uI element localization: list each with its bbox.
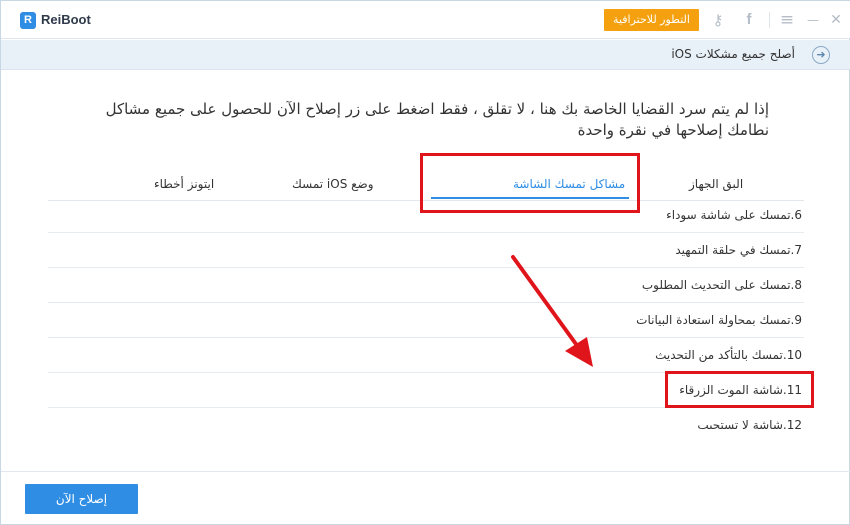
upgrade-pro-button[interactable]: التطور للاحترافية — [604, 9, 699, 31]
instructions-text: إذا لم يتم سرد القضايا الخاصة بك هنا ، ل… — [105, 100, 769, 139]
menu-icon[interactable]: ≡ — [777, 10, 797, 30]
title-bar: R ReiBoot التطور للاحترافية ⚷ f ≡ — ✕ — [1, 1, 850, 39]
app-window: R ReiBoot التطور للاحترافية ⚷ f ≡ — ✕ أص… — [0, 0, 850, 525]
facebook-icon[interactable]: f — [739, 10, 759, 30]
list-item-label: 6.تمسك على شاشة سوداء — [666, 208, 802, 222]
back-arrow-icon[interactable]: ➜ — [812, 46, 830, 64]
key-icon[interactable]: ⚷ — [708, 10, 728, 30]
tab-itunes-errors[interactable]: ايتونز أخطاء — [154, 177, 214, 191]
list-item: 7.تمسك في حلقة التمهيد — [48, 233, 804, 268]
tab-device-bugs[interactable]: البق الجهاز — [689, 177, 743, 191]
list-item-label: 12.شاشة لا تستجيب — [697, 418, 802, 429]
list-item: 9.تمسك بمحاولة استعادة البيانات — [48, 303, 804, 338]
close-icon[interactable]: ✕ — [826, 10, 846, 30]
reiboot-logo-icon: R — [20, 12, 36, 29]
list-item-label: 8.تمسك على التحديث المطلوب — [641, 278, 802, 292]
breadcrumb: أصلح جميع مشكلات iOS ➜ — [1, 40, 850, 70]
minimize-icon[interactable]: — — [803, 10, 823, 30]
app-name: ReiBoot — [41, 12, 91, 27]
list-item: 12.شاشة لا تستجيب — [48, 408, 804, 429]
tab-highlight-box — [420, 153, 640, 213]
list-item: 10.تمسك بالتأكد من التحديث — [48, 338, 804, 373]
footer-divider — [1, 471, 850, 472]
fix-now-button[interactable]: إصلاح الآن — [25, 484, 138, 514]
titlebar-separator — [769, 12, 770, 28]
annotation-arrow-icon — [511, 255, 593, 367]
item-highlight-box — [665, 371, 814, 408]
page-title: أصلح جميع مشكلات iOS — [671, 47, 795, 61]
list-item-label: 9.تمسك بمحاولة استعادة البيانات — [636, 313, 802, 327]
list-item-label: 7.تمسك في حلقة التمهيد — [675, 243, 802, 257]
list-item-label: 10.تمسك بالتأكد من التحديث — [655, 348, 802, 362]
tab-ios-mode-stuck[interactable]: وضع iOS تمسك — [292, 177, 374, 191]
list-item: 8.تمسك على التحديث المطلوب — [48, 268, 804, 303]
